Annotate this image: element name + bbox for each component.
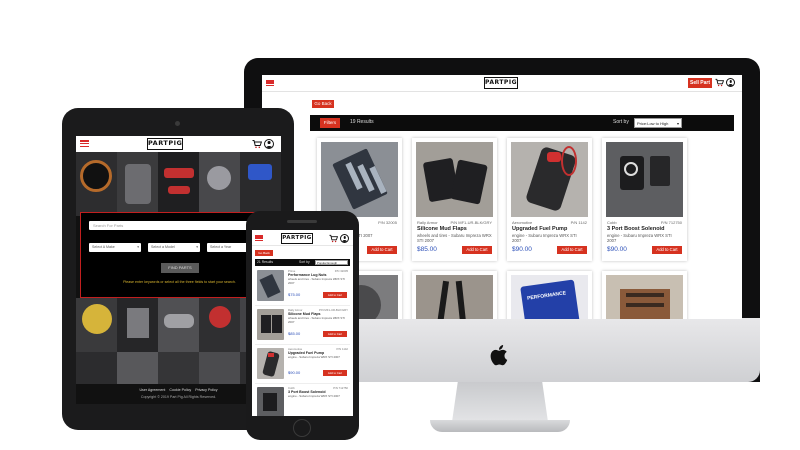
cart-icon[interactable]: [252, 139, 262, 149]
phone-speaker: [287, 220, 317, 223]
product-part-number: P/N 1142: [336, 347, 348, 351]
product-part-number: P/N 32005: [378, 220, 397, 225]
product-price: $90.00: [512, 246, 532, 253]
product-price: $75.00: [288, 292, 301, 297]
product-card[interactable]: Aeromotive P/N 1142 Upgraded Fuel Pump en…: [507, 138, 592, 261]
user-icon[interactable]: [264, 139, 274, 149]
product-image[interactable]: [416, 275, 493, 319]
filters-button[interactable]: Filters: [320, 118, 340, 128]
phone-home-button[interactable]: [293, 419, 311, 437]
product-image[interactable]: [257, 309, 284, 340]
sort-select[interactable]: Price:Low to High ▾: [634, 118, 682, 128]
apple-logo-icon: [490, 345, 508, 366]
product-name[interactable]: 3 Port Boost Solenoid: [607, 226, 682, 232]
product-brand: Rally Armor: [417, 220, 438, 225]
list-item[interactable]: Prime P/N 32005 Performance Lug Nuts whee…: [255, 268, 350, 306]
product-part-number: P/N 1142: [570, 220, 587, 225]
product-name[interactable]: Silicone Mud Flaps: [417, 226, 492, 232]
add-to-cart-button[interactable]: Add to Cart: [367, 246, 397, 254]
imac-stand-neck: [452, 382, 548, 422]
product-description: wheels and tires - Subaru Impreza WRX ST…: [417, 233, 492, 243]
product-image[interactable]: [416, 142, 493, 217]
list-item[interactable]: Aeromotive P/N 1142 Upgraded Fuel Pump en…: [255, 346, 350, 384]
phone-header: PARTPIG: [252, 230, 353, 246]
product-image[interactable]: [606, 275, 683, 319]
add-to-cart-button[interactable]: Add to Cart: [462, 246, 492, 254]
hamburger-menu-icon[interactable]: [266, 80, 274, 86]
product-image[interactable]: [257, 270, 284, 301]
hamburger-menu-icon[interactable]: [255, 235, 263, 241]
search-input[interactable]: Search For Parts: [89, 221, 269, 230]
add-to-cart-button[interactable]: Add to Cart: [323, 292, 347, 298]
find-parts-button[interactable]: FIND PARTS: [161, 263, 199, 273]
go-back-button[interactable]: Go Back: [312, 100, 334, 108]
user-icon[interactable]: [726, 78, 735, 87]
results-toolbar: Filters 19 Results Sort by Price:Low to …: [310, 115, 734, 131]
product-part-number: P/N MF1-UR-BLK/GRY: [318, 308, 348, 312]
product-part-number: P/N 712750: [660, 220, 682, 225]
user-icon[interactable]: [340, 234, 349, 243]
results-count: 19 Results: [350, 119, 374, 125]
product-image[interactable]: [257, 387, 284, 416]
results-count: 21 Results: [257, 260, 274, 264]
product-card[interactable]: Cobb P/N 712750 3 Port Boost Solenoid eng…: [602, 138, 687, 261]
go-back-button[interactable]: Go Back: [255, 250, 273, 256]
tablet-camera: [175, 121, 180, 126]
product-price: $85.00: [288, 331, 301, 336]
product-image[interactable]: PERFORMANCE: [511, 275, 588, 319]
imac-stand-foot: [430, 420, 570, 432]
tablet-header: PARTPIG: [76, 136, 281, 152]
cart-icon[interactable]: [715, 78, 724, 87]
add-to-cart-button[interactable]: Add to Cart: [323, 370, 347, 376]
make-select[interactable]: Select A Make ▾: [89, 243, 141, 252]
product-card[interactable]: PERFORMANCE: [507, 271, 592, 319]
product-description: engine - Subaru Impreza WRX STI 2007: [288, 394, 340, 398]
search-instructions: Please enter keywords or select all the …: [123, 280, 236, 284]
sort-label: Sort by: [299, 260, 310, 264]
product-price: $90.00: [288, 370, 301, 375]
hamburger-menu-icon[interactable]: [80, 140, 89, 147]
product-price: $90.00: [607, 246, 627, 253]
product-name[interactable]: Upgraded Fuel Pump: [512, 226, 587, 232]
product-image[interactable]: [257, 348, 284, 379]
phone-screen: PARTPIG Go Back 21 Results Sort by Popul…: [252, 230, 353, 416]
product-image[interactable]: [511, 142, 588, 217]
site-logo[interactable]: PARTPIG: [147, 138, 183, 150]
add-to-cart-button[interactable]: Add to Cart: [557, 246, 587, 254]
product-part-number: P/N 32005: [334, 269, 348, 273]
product-card[interactable]: [602, 271, 687, 319]
phone-results-toolbar: 21 Results Sort by Popular Enough: [255, 259, 350, 266]
add-to-cart-button[interactable]: Add to Cart: [652, 246, 682, 254]
product-image[interactable]: [606, 142, 683, 217]
model-select[interactable]: Select a Model ▾: [148, 243, 200, 252]
product-price: $85.00: [417, 246, 437, 253]
product-description: wheels and tires - Subaru Impreza WRX ST…: [288, 277, 345, 285]
product-image[interactable]: [321, 142, 398, 217]
product-card[interactable]: Rally Armor P/N MF1-UR-BLK/GRY Silicone M…: [412, 138, 497, 261]
sort-label: Sort by: [613, 119, 629, 125]
site-logo[interactable]: PARTPIG: [281, 233, 313, 244]
add-to-cart-button[interactable]: Add to Cart: [323, 331, 347, 337]
site-logo[interactable]: PARTPIG: [484, 77, 518, 89]
privacy-policy-link[interactable]: Privacy Policy: [195, 388, 217, 392]
sort-select[interactable]: Popular Enough: [315, 260, 348, 265]
product-description: engine - Subaru Impreza WRX STI 2007: [288, 355, 340, 359]
desktop-header: PARTPIG Sell Part: [262, 75, 742, 92]
list-item[interactable]: Cobb P/N 712750 3 Port Boost Solenoid eng…: [255, 385, 350, 416]
product-description: wheels and tires - Subaru Impreza WRX ST…: [288, 316, 345, 324]
product-part-number: P/N MF1-UR-BLK/GRY: [450, 220, 493, 225]
product-card[interactable]: [412, 271, 497, 319]
product-brand: Cobb: [607, 220, 617, 225]
user-agreement-link[interactable]: User Agreement: [139, 388, 165, 392]
product-part-number: P/N 712750: [333, 386, 348, 390]
cart-icon[interactable]: [329, 234, 338, 243]
product-description: engine - Subaru Impreza WRX STI 2007: [607, 233, 672, 243]
sell-part-button[interactable]: Sell Part: [688, 78, 712, 88]
product-description: engine - Subaru Impreza WRX STI 2007: [512, 233, 577, 243]
product-brand: Aeromotive: [512, 220, 533, 225]
cookie-policy-link[interactable]: Cookie Policy: [169, 388, 191, 392]
list-item[interactable]: Rally Armor P/N MF1-UR-BLK/GRY Silicone M…: [255, 307, 350, 345]
device-mockup-stage: PARTPIG Sell Part Go Back Filters 19 Res…: [0, 0, 800, 450]
